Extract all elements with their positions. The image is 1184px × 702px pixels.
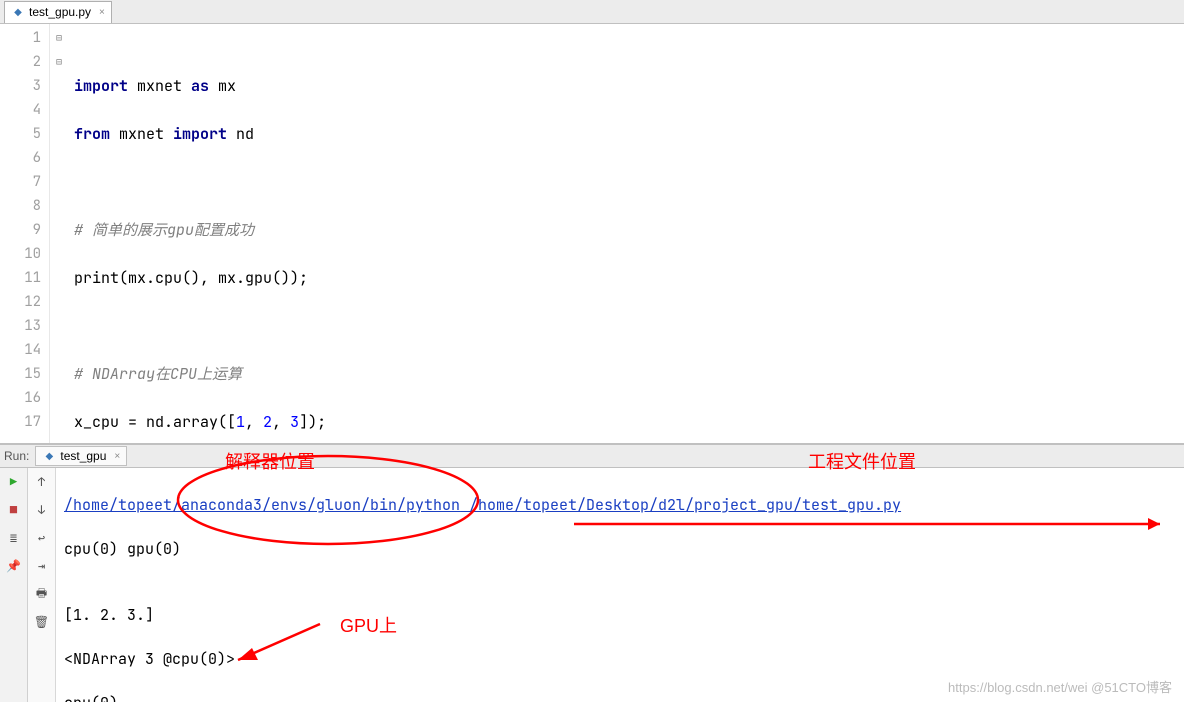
rerun-icon[interactable]: ▶ [6,474,22,490]
run-tab-label: test_gpu [60,449,106,463]
close-icon[interactable]: × [114,451,120,462]
print-icon[interactable]: 🖶 [34,586,50,602]
interpreter-path-link[interactable]: /home/topeet/anaconda3/envs/gluon/bin/py… [64,495,460,515]
pin-icon[interactable]: 📌 [6,558,22,574]
output-line: [1. 2. 3.] [64,604,1176,626]
run-config-tab[interactable]: ◆ test_gpu × [35,446,127,466]
scroll-down-icon[interactable]: ↓ [34,502,50,518]
editor-tab-label: test_gpu.py [29,5,91,19]
fold-icon[interactable]: ⊟ [50,26,68,50]
editor-tab-strip: ◆ test_gpu.py × [0,0,1184,24]
run-toolbar: Run: ◆ test_gpu × [0,444,1184,468]
trash-icon[interactable]: 🗑 [34,614,50,630]
close-icon[interactable]: × [99,7,105,18]
fold-gutter: ⊟ ⊟ [50,24,68,443]
run-label: Run: [4,449,29,463]
layout-icon[interactable]: ≣ [6,530,22,546]
console-toolbar-left: ▶ ■ ≣ 📌 [0,468,28,702]
python-file-icon: ◆ [11,5,25,19]
console: ▶ ■ ≣ 📌 ↑ ↓ ↩ ⇥ 🖶 🗑 /home/topeet/anacond… [0,468,1184,702]
console-toolbar-secondary: ↑ ↓ ↩ ⇥ 🖶 🗑 [28,468,56,702]
output-line: <NDArray 3 @cpu(0)> [64,648,1176,670]
console-output[interactable]: /home/topeet/anaconda3/envs/gluon/bin/py… [56,468,1184,702]
editor-tab-test-gpu[interactable]: ◆ test_gpu.py × [4,1,112,23]
stop-icon[interactable]: ■ [6,502,22,518]
editor[interactable]: 123 456 789 101112 131415 1617 ⊟ ⊟ impor… [0,24,1184,444]
scroll-up-icon[interactable]: ↑ [34,474,50,490]
watermark: https://blog.csdn.net/wei @51CTO博客 [948,677,1172,696]
code-content[interactable]: import mxnet as mx from mxnet import nd … [68,24,1184,443]
fold-icon[interactable]: ⊟ [50,50,68,74]
python-file-icon: ◆ [42,449,56,463]
step-icon[interactable]: ⇥ [34,558,50,574]
script-path-link[interactable]: /home/topeet/Desktop/d2l/project_gpu/tes… [460,495,901,515]
output-line: cpu(0) gpu(0) [64,538,1176,560]
line-number-gutter: 123 456 789 101112 131415 1617 [0,24,50,443]
soft-wrap-icon[interactable]: ↩ [34,530,50,546]
